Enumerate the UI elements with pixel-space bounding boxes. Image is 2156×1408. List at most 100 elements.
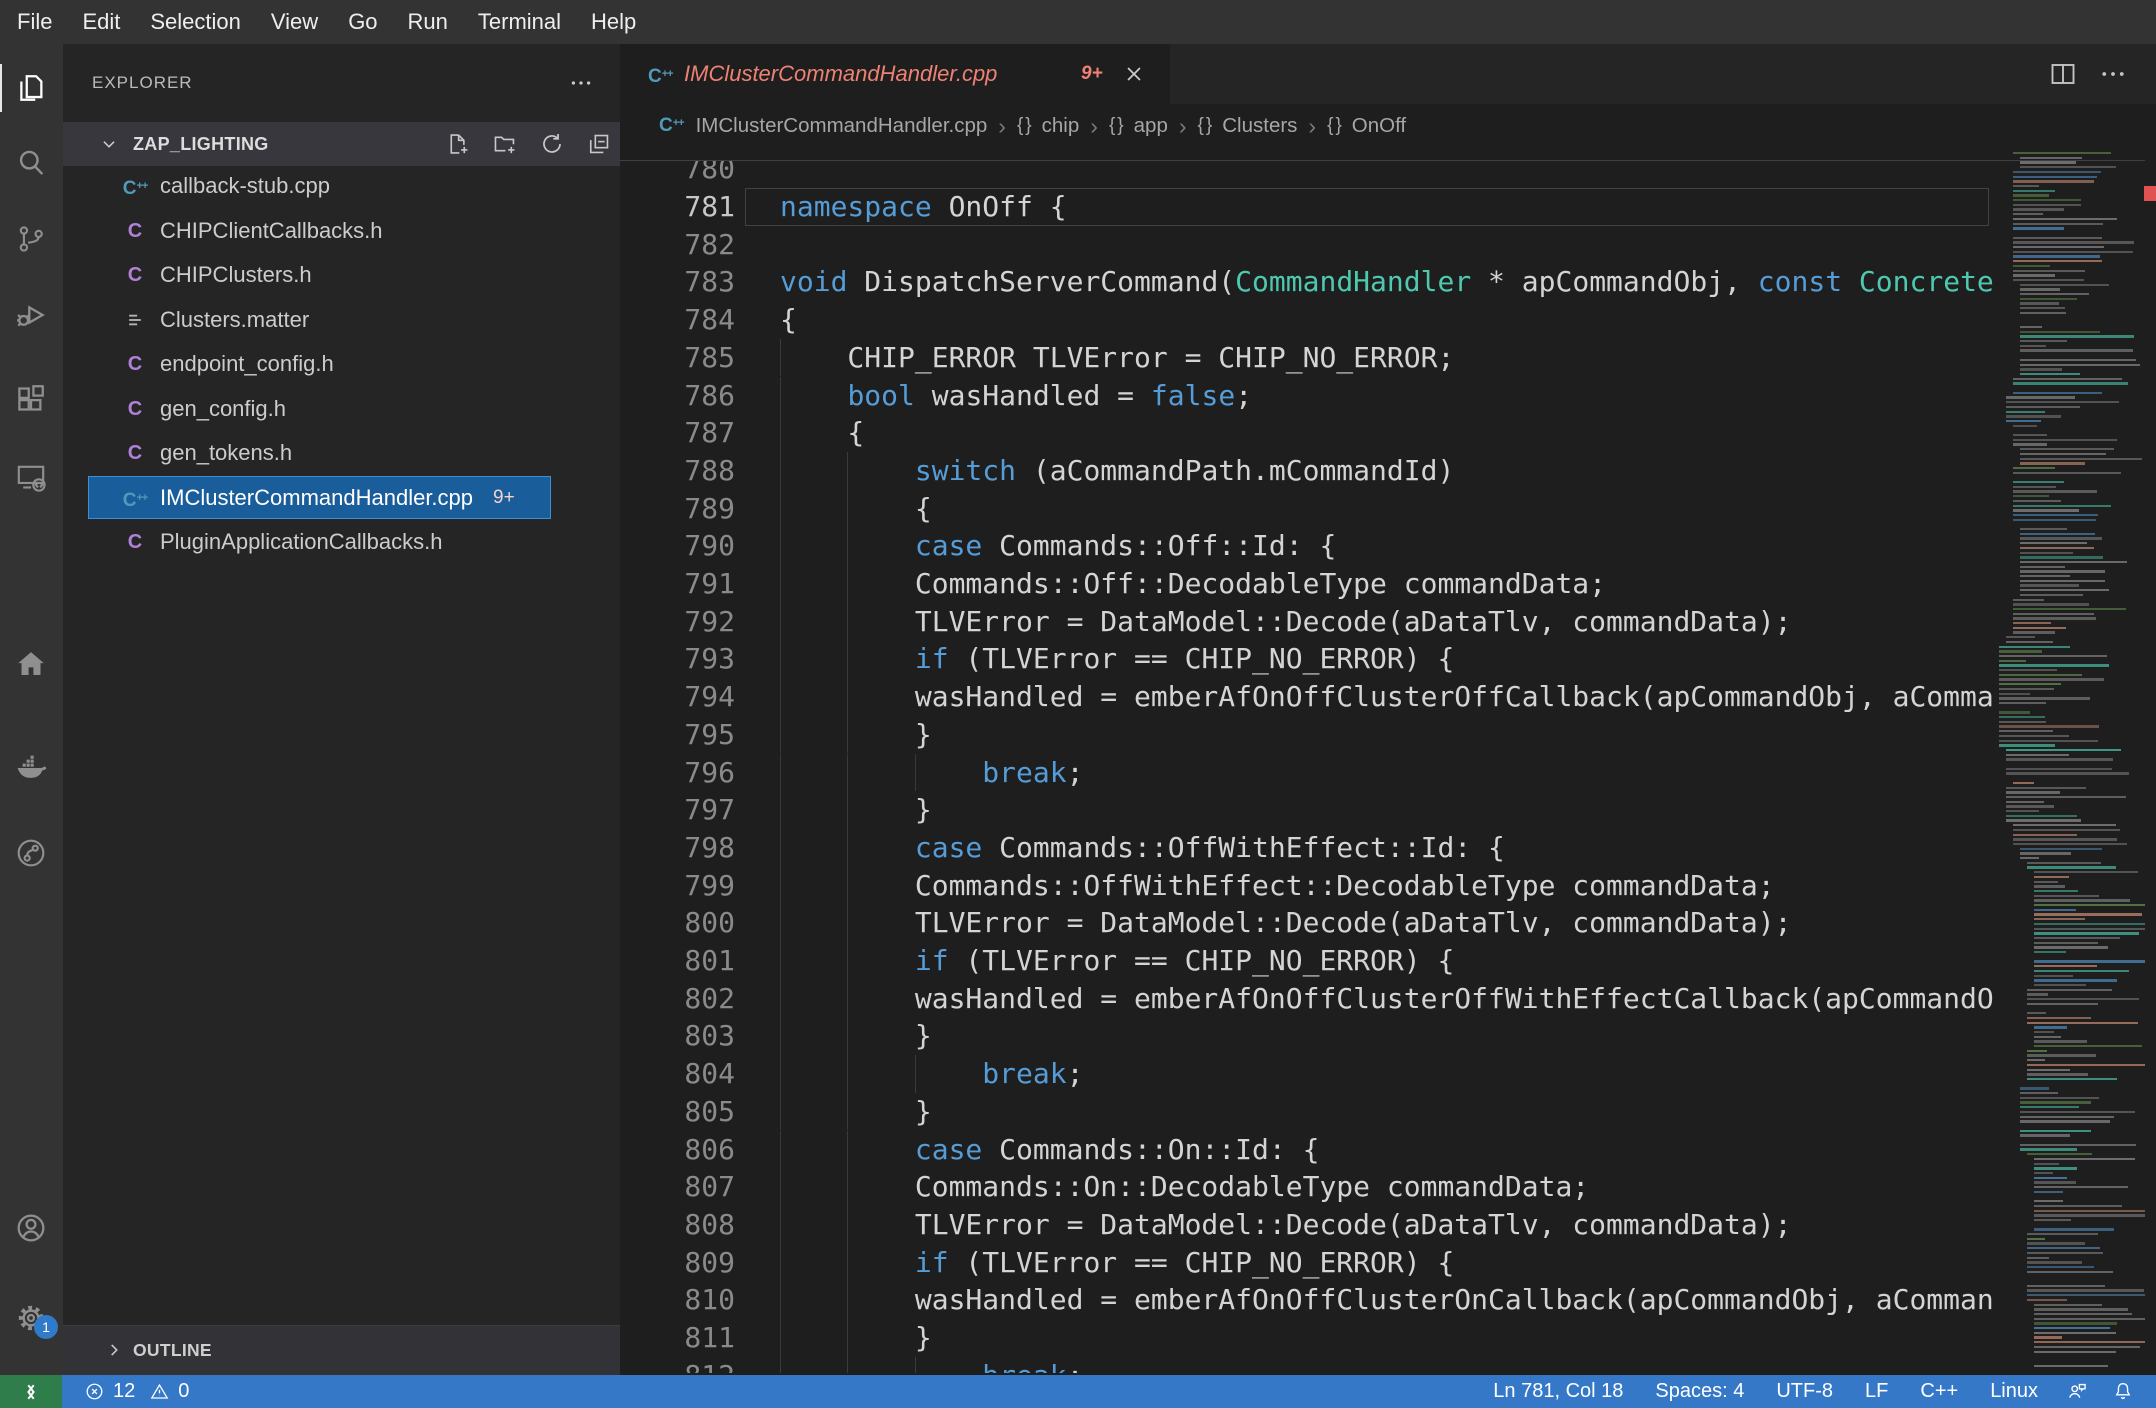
line-number[interactable]: 812 [620,1357,735,1373]
menu-go[interactable]: Go [333,0,392,44]
code-line-811[interactable]: 811 } [620,1319,1995,1357]
code-editor[interactable]: 780 781 namespace OnOff {782 783 void Dispat… [620,161,1995,1373]
folder-section-header[interactable]: ZAP_LIGHTING [63,122,620,166]
line-number[interactable]: 798 [620,829,735,867]
line-number[interactable]: 807 [620,1168,735,1206]
status-language[interactable]: C++ [1904,1375,1974,1408]
code-line-810[interactable]: 810 wasHandled = emberAfOnOffClusterOnCa… [620,1281,1995,1319]
line-number[interactable]: 794 [620,678,735,716]
activity-remote-explorer[interactable] [0,453,63,501]
file-item-imclustercommandhandler-cpp[interactable]: C++ IMClusterCommandHandler.cpp 9+ [63,475,620,521]
line-number[interactable]: 783 [620,263,735,301]
line-number[interactable]: 810 [620,1281,735,1319]
code-line-789[interactable]: 789 { [620,489,1995,528]
activity-source-control[interactable] [0,215,63,263]
file-item-clusters-matter[interactable]: Clusters.matter [63,298,620,343]
line-number[interactable]: 800 [620,904,735,942]
status-encoding[interactable]: UTF-8 [1760,1375,1849,1408]
line-number[interactable]: 793 [620,640,735,678]
code-line-798[interactable]: 798 case Commands::OffWithEffect::Id: { [620,828,1995,867]
line-number[interactable]: 802 [620,980,735,1018]
activity-extensions[interactable] [0,375,63,423]
line-number[interactable]: 806 [620,1131,735,1169]
activity-docker[interactable] [0,742,63,790]
line-number[interactable]: 780 [620,161,735,188]
outline-section-header[interactable]: OUTLINE [63,1325,620,1375]
breadcrumb-symbol-app[interactable]: app [1134,114,1168,138]
line-number[interactable]: 799 [620,867,735,905]
activity-explorer[interactable] [0,64,63,112]
code-line-784[interactable]: 784 { [620,301,1995,339]
activity-accounts[interactable] [0,1204,63,1252]
file-item-gen-config-h[interactable]: Cgen_config.h [63,387,620,432]
refresh-icon[interactable] [539,131,565,157]
line-number[interactable]: 786 [620,377,735,415]
line-number[interactable]: 788 [620,452,735,490]
code-line-783[interactable]: 783 void DispatchServerCommand(CommandHan… [620,263,1995,301]
line-number[interactable]: 782 [620,226,735,264]
code-line-788[interactable]: 788 switch (aCommandPath.mCommandId) [620,451,1995,490]
code-line-797[interactable]: 797 } [620,791,1995,829]
line-number[interactable]: 785 [620,339,735,377]
activity-run-and-debug[interactable] [0,291,63,339]
code-line-803[interactable]: 803 } [620,1017,1995,1056]
status-cursor-position[interactable]: Ln 781, Col 18 [1477,1375,1639,1408]
code-line-799[interactable]: 799 Commands::OffWithEffect::DecodableTy… [620,866,1995,905]
line-number[interactable]: 801 [620,942,735,980]
line-number[interactable]: 787 [620,414,735,452]
activity-git-graph[interactable] [0,829,63,877]
line-number[interactable]: 790 [620,527,735,565]
file-item-chipclientcallbacks-h[interactable]: C CHIPClientCallbacks.h [63,209,620,254]
code-line-793[interactable]: 793 if (TLVError == CHIP_NO_ERROR) { [620,640,1995,679]
line-number[interactable]: 792 [620,603,735,641]
menu-run[interactable]: Run [393,0,463,44]
line-number[interactable]: 811 [620,1319,735,1357]
new-folder-icon[interactable] [492,131,518,157]
code-line-785[interactable]: 785 CHIP_ERROR TLVError = CHIP_NO_ERROR; [620,338,1995,377]
file-item-endpoint-config-h[interactable]: Cendpoint_config.h [63,342,620,387]
line-number[interactable]: 789 [620,490,735,528]
code-line-807[interactable]: 807 Commands::On::DecodableType commandD… [620,1168,1995,1206]
editor-scrollbar[interactable] [2144,104,2156,1373]
line-number[interactable]: 784 [620,301,735,339]
line-number[interactable]: 803 [620,1017,735,1055]
new-file-icon[interactable] [445,131,471,157]
file-item-chipclusters-h[interactable]: C CHIPClusters.h [63,253,620,298]
remote-indicator[interactable] [0,1375,62,1408]
code-line-792[interactable]: 792 TLVError = DataModel::Decode(aDataTl… [620,602,1995,641]
code-line-786[interactable]: 786 bool wasHandled = false; [620,376,1995,415]
code-line-808[interactable]: 808 TLVError = DataModel::Decode(aDataTl… [620,1205,1995,1244]
code-line-801[interactable]: 801 if (TLVError == CHIP_NO_ERROR) { [620,942,1995,980]
code-line-802[interactable]: 802 wasHandled = emberAfOnOffClusterOffW… [620,979,1995,1018]
menu-view[interactable]: View [256,0,333,44]
split-editor-icon[interactable] [2048,59,2078,89]
code-line-796[interactable]: 796 break; [620,753,1995,792]
menu-file[interactable]: File [2,0,67,44]
line-number[interactable]: 791 [620,565,735,603]
status-indentation[interactable]: Spaces: 4 [1639,1375,1760,1408]
tab-imclustercommandhandler[interactable]: C++ IMClusterCommandHandler.cpp 9+ [620,44,1170,104]
breadcrumb-symbol-onoff[interactable]: OnOff [1352,114,1406,138]
line-number[interactable]: 804 [620,1055,735,1093]
minimap[interactable] [1995,148,2145,1375]
code-line-787[interactable]: 787 { [620,414,1995,452]
line-number[interactable]: 795 [620,716,735,754]
file-item-callback-stub-cpp[interactable]: C++ callback-stub.cpp [63,164,620,209]
breadcrumb-symbol-clusters[interactable]: Clusters [1222,114,1297,138]
more-actions-icon[interactable] [2098,59,2128,89]
status-os[interactable]: Linux [1974,1375,2054,1408]
code-line-806[interactable]: 806 case Commands::On::Id: { [620,1130,1995,1169]
line-number[interactable]: 796 [620,754,735,792]
code-line-790[interactable]: 790 case Commands::Off::Id: { [620,527,1995,565]
activity-search[interactable] [0,139,63,187]
code-line-809[interactable]: 809 if (TLVError == CHIP_NO_ERROR) { [620,1243,1995,1282]
code-line-781[interactable]: 781 namespace OnOff { [620,188,1995,226]
code-line-804[interactable]: 804 break; [620,1055,1995,1093]
line-number[interactable]: 805 [620,1093,735,1131]
more-actions-icon[interactable] [568,70,594,96]
code-line-812[interactable]: 812 break; [620,1356,1995,1373]
file-item-pluginapplicationcallbacks-h[interactable]: C PluginApplicationCallbacks.h [63,520,620,565]
feedback-icon[interactable] [2054,1380,2100,1403]
code-line-805[interactable]: 805 } [620,1092,1995,1131]
menu-selection[interactable]: Selection [135,0,256,44]
